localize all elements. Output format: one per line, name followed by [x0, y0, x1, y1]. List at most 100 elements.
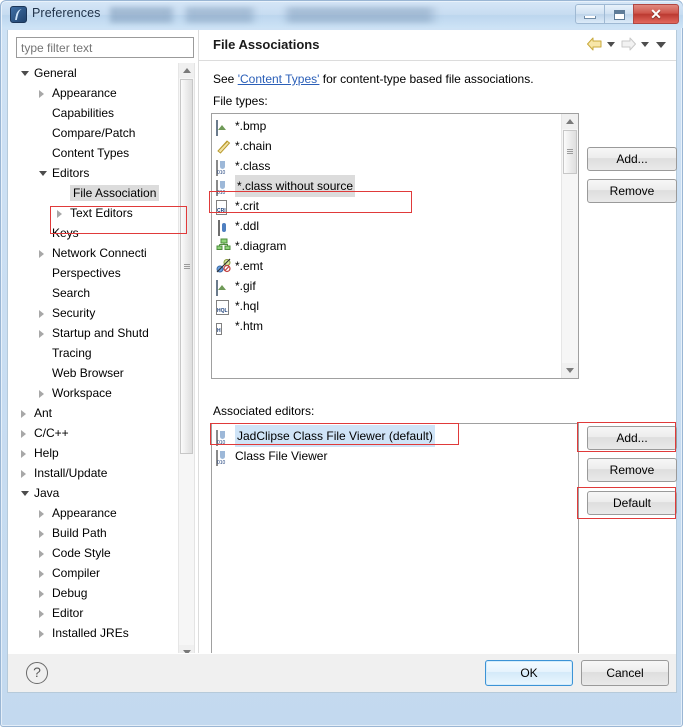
file-type-row[interactable]: CRI *.crit	[212, 196, 562, 216]
triangle-right-icon[interactable]	[39, 610, 44, 618]
tree-item-build-path[interactable]: Build Path	[15, 523, 177, 543]
file-type-row[interactable]: *.ddl	[212, 216, 562, 236]
scroll-down-button[interactable]	[562, 363, 578, 378]
tree-item-appearance[interactable]: Appearance	[15, 503, 177, 523]
file-type-label: *.htm	[235, 319, 264, 333]
tree-scroll-thumb[interactable]	[180, 79, 193, 454]
file-type-row[interactable]: *.class without source	[212, 175, 562, 197]
triangle-down-icon[interactable]	[21, 491, 29, 496]
file-types-scrollbar[interactable]	[561, 114, 578, 378]
tree-item-installed-jres[interactable]: Installed JREs	[15, 623, 177, 643]
tree-item-tracing[interactable]: Tracing	[15, 343, 177, 363]
add-file-type-button[interactable]: Add...	[587, 147, 677, 171]
file-type-row[interactable]: *.class	[212, 156, 562, 176]
tree-item-content-types[interactable]: Content Types	[15, 143, 177, 163]
file-types-list[interactable]: *.bmp *.chain *.class *.class without sourc…	[211, 113, 579, 379]
triangle-right-icon[interactable]	[39, 570, 44, 578]
associated-editor-row[interactable]: JadClipse Class File Viewer (default)	[212, 425, 576, 447]
triangle-right-icon[interactable]	[39, 330, 44, 338]
tree-item-label: Search	[52, 286, 91, 300]
file-type-row[interactable]: *.bmp	[212, 116, 562, 136]
tree-item-network-connecti[interactable]: Network Connecti	[15, 243, 177, 263]
triangle-right-icon[interactable]	[39, 530, 44, 538]
tree-item-label: Editors	[52, 166, 90, 180]
scroll-up-button[interactable]	[562, 114, 578, 129]
maximize-button[interactable]	[604, 4, 633, 24]
add-editor-button[interactable]: Add...	[587, 426, 677, 450]
associated-editors-label: Associated editors:	[213, 404, 315, 418]
triangle-right-icon[interactable]	[39, 630, 44, 638]
help-icon[interactable]: ?	[26, 662, 48, 684]
tree-item-text-editors[interactable]: Text Editors	[15, 203, 177, 223]
triangle-down-icon[interactable]	[21, 71, 29, 76]
close-button[interactable]: ✕	[633, 4, 679, 24]
triangle-right-icon[interactable]	[39, 550, 44, 558]
ok-button[interactable]: OK	[485, 660, 573, 686]
associated-editors-list[interactable]: JadClipse Class File Viewer (default) Cla…	[211, 423, 579, 673]
back-history-chevron-down-icon[interactable]	[606, 36, 617, 52]
file-type-row[interactable]: *.chain	[212, 136, 562, 156]
tree-item-label: Content Types	[52, 146, 130, 160]
tree-item-compiler[interactable]: Compiler	[15, 563, 177, 583]
preference-tree[interactable]: General Appearance Capabilities Compare/Pat…	[15, 63, 195, 688]
file-type-row[interactable]: HQL *.hql	[212, 296, 562, 316]
triangle-right-icon[interactable]	[21, 450, 26, 458]
tree-item-file-association[interactable]: File Association	[15, 183, 177, 203]
tree-item-capabilities[interactable]: Capabilities	[15, 103, 177, 123]
triangle-right-icon[interactable]	[39, 250, 44, 258]
tree-item-keys[interactable]: Keys	[15, 223, 177, 243]
title-bar: Preferences ✕	[2, 2, 683, 28]
triangle-right-icon[interactable]	[39, 310, 44, 318]
back-arrow-icon[interactable]	[586, 36, 603, 52]
associated-editors-rows[interactable]: JadClipse Class File Viewer (default) Cla…	[212, 425, 576, 466]
file-types-scroll-thumb[interactable]	[563, 130, 577, 174]
minimize-button[interactable]	[575, 4, 604, 24]
triangle-right-icon[interactable]	[39, 590, 44, 598]
tree-item-general[interactable]: General	[15, 63, 177, 83]
tree-item-install-update[interactable]: Install/Update	[15, 463, 177, 483]
tree-item-workspace[interactable]: Workspace	[15, 383, 177, 403]
tree-item-c-c[interactable]: C/C++	[15, 423, 177, 443]
tree-item-editor[interactable]: Editor	[15, 603, 177, 623]
tree-vertical-scrollbar[interactable]	[178, 63, 194, 660]
triangle-right-icon[interactable]	[21, 470, 26, 478]
tree-item-startup-and-shutd[interactable]: Startup and Shutd	[15, 323, 177, 343]
triangle-right-icon[interactable]	[21, 430, 26, 438]
tree-node-list[interactable]: General Appearance Capabilities Compare/Pat…	[15, 63, 177, 676]
tree-item-appearance[interactable]: Appearance	[15, 83, 177, 103]
scroll-up-button[interactable]	[179, 63, 194, 78]
file-type-row[interactable]: *.gif	[212, 276, 562, 296]
tree-item-java[interactable]: Java	[15, 483, 177, 503]
tree-item-security[interactable]: Security	[15, 303, 177, 323]
set-default-editor-button[interactable]: Default	[587, 491, 677, 515]
remove-file-type-button[interactable]: Remove	[587, 179, 677, 203]
pane-header: File Associations	[199, 30, 676, 61]
tree-item-debug[interactable]: Debug	[15, 583, 177, 603]
triangle-down-icon[interactable]	[39, 171, 47, 176]
cancel-button[interactable]: Cancel	[581, 660, 669, 686]
associated-editor-row[interactable]: Class File Viewer	[212, 446, 576, 466]
filter-input[interactable]	[16, 37, 194, 58]
file-type-row[interactable]: *.emt	[212, 256, 562, 276]
tree-item-ant[interactable]: Ant	[15, 403, 177, 423]
tree-item-perspectives[interactable]: Perspectives	[15, 263, 177, 283]
file-type-row[interactable]: *.diagram	[212, 236, 562, 256]
content-types-link[interactable]: 'Content Types'	[238, 72, 320, 86]
tree-item-web-browser[interactable]: Web Browser	[15, 363, 177, 383]
tree-item-help[interactable]: Help	[15, 443, 177, 463]
file-type-row[interactable]: H *.htm	[212, 316, 562, 336]
triangle-right-icon[interactable]	[39, 390, 44, 398]
view-menu-chevron-down-icon[interactable]	[654, 36, 668, 52]
triangle-right-icon[interactable]	[39, 510, 44, 518]
tree-item-compare-patch[interactable]: Compare/Patch	[15, 123, 177, 143]
remove-editor-button[interactable]: Remove	[587, 458, 677, 482]
tree-item-editors[interactable]: Editors	[15, 163, 177, 183]
tree-item-search[interactable]: Search	[15, 283, 177, 303]
triangle-right-icon[interactable]	[21, 410, 26, 418]
triangle-right-icon[interactable]	[57, 210, 62, 218]
close-icon: ✕	[650, 6, 662, 22]
triangle-right-icon[interactable]	[39, 90, 44, 98]
tree-item-label: Startup and Shutd	[52, 326, 149, 340]
tree-item-code-style[interactable]: Code Style	[15, 543, 177, 563]
file-types-rows[interactable]: *.bmp *.chain *.class *.class without sourc…	[212, 116, 562, 336]
